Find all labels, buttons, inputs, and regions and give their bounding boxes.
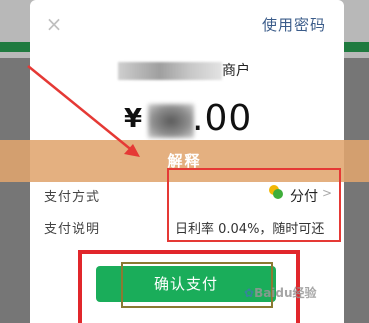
annotation-arrow xyxy=(27,65,140,157)
